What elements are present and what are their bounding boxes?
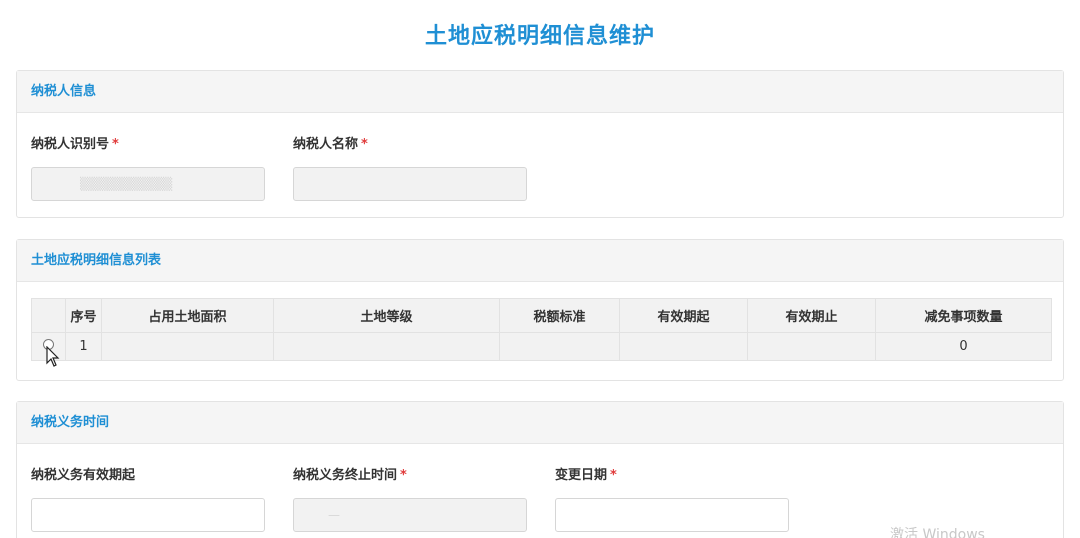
taxpayer-info-panel: 纳税人信息 纳税人识别号 * ▒▒▒▒▒▒▒▒▒▒ 纳税人名称 * — [16, 70, 1064, 218]
col-end-header: 有效期止 — [747, 298, 876, 333]
obligation-start-input[interactable] — [31, 498, 265, 532]
taxpayer-info-header: 纳税人信息 — [17, 71, 1063, 113]
change-date-label: 变更日期 * — [555, 468, 617, 483]
taxpayer-id-label: 纳税人识别号 * — [31, 137, 119, 152]
obligation-end-field: 纳税义务终止时间 * — — [293, 466, 527, 532]
page-title: 土地应税明细信息维护 — [424, 24, 655, 49]
taxpayer-name-label: 纳税人名称 * — [293, 137, 368, 152]
change-date-input[interactable] — [555, 498, 789, 532]
detail-list-header: 土地应税明细信息列表 — [17, 240, 1063, 282]
row-seq-cell: 1 — [65, 332, 102, 361]
windows-activation-watermark: 激活 Windows — [890, 527, 985, 538]
taxpayer-name-field: 纳税人名称 * — [293, 135, 527, 201]
row-start-cell — [619, 332, 748, 361]
change-date-field: 变更日期 * — [555, 466, 789, 532]
detail-table: 序号 占用土地面积 土地等级 税额标准 有效期起 有效期止 减免事项数量 1 0 — [31, 298, 1052, 361]
obligation-end-label: 纳税义务终止时间 * — [293, 468, 407, 483]
col-relief-count-header: 减免事项数量 — [875, 298, 1052, 333]
col-grade-header: 土地等级 — [273, 298, 500, 333]
row-relief-count-cell: 0 — [875, 332, 1052, 361]
obligation-time-panel: 纳税义务时间 纳税义务有效期起 纳税义务终止时间 * — 变更日期 * — [16, 401, 1064, 538]
row-end-cell — [747, 332, 876, 361]
table-row[interactable]: 1 0 — [31, 332, 1052, 361]
obligation-start-field: 纳税义务有效期起 — [31, 466, 265, 532]
obligation-time-header: 纳税义务时间 — [17, 402, 1063, 444]
col-start-header: 有效期起 — [619, 298, 748, 333]
col-seq-header: 序号 — [65, 298, 102, 333]
col-select-header — [31, 298, 66, 333]
required-mark: * — [610, 468, 617, 483]
obligation-end-input[interactable]: — — [293, 498, 527, 532]
col-standard-header: 税额标准 — [499, 298, 620, 333]
required-mark: * — [361, 137, 368, 152]
col-area-header: 占用土地面积 — [101, 298, 274, 333]
obligation-start-label: 纳税义务有效期起 — [31, 468, 136, 483]
taxpayer-id-input[interactable]: ▒▒▒▒▒▒▒▒▒▒ — [31, 167, 265, 201]
mouse-cursor-icon — [46, 346, 60, 367]
taxpayer-id-field: 纳税人识别号 * ▒▒▒▒▒▒▒▒▒▒ — [31, 135, 265, 201]
table-header-row: 序号 占用土地面积 土地等级 税额标准 有效期起 有效期止 减免事项数量 — [31, 298, 1052, 333]
taxpayer-name-input[interactable] — [293, 167, 527, 201]
required-mark: * — [112, 137, 119, 152]
detail-list-panel: 土地应税明细信息列表 序号 占用土地面积 土地等级 税额标准 有效期起 有效期止… — [16, 239, 1064, 381]
required-mark: * — [400, 468, 407, 483]
row-area-cell — [101, 332, 274, 361]
row-grade-cell — [273, 332, 500, 361]
row-standard-cell — [499, 332, 620, 361]
